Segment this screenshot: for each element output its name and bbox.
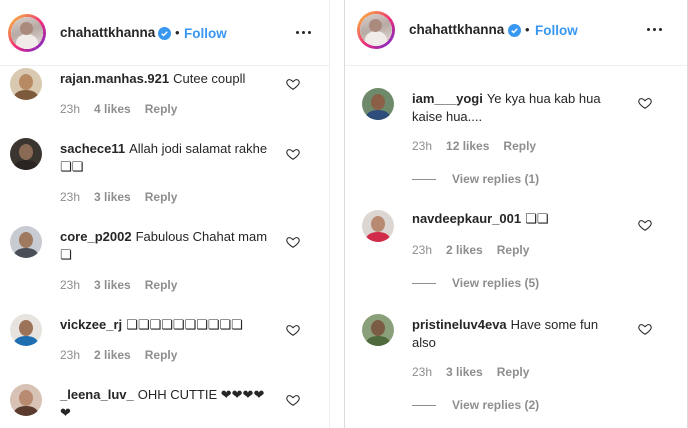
comment-username[interactable]: vickzee_rj: [60, 317, 122, 332]
comment-meta: 23h 3 likes Reply: [60, 278, 191, 292]
comment-time[interactable]: 23h: [60, 278, 80, 292]
comment-meta: 23h 12 likes Reply: [412, 139, 550, 153]
comment-text: navdeepkaur_001 ❏❏: [412, 211, 549, 226]
comment-text: vickzee_rj ❏❏❏❏❏❏❏❏❏❏: [60, 317, 243, 332]
verified-icon: [508, 24, 521, 37]
avatar[interactable]: [10, 138, 42, 170]
avatar[interactable]: [362, 88, 394, 120]
comment-username[interactable]: _leena_luv_: [60, 387, 134, 402]
left-post-panel: rajan.manhas.921 Cutee coupll 23h 4 likes R…: [0, 0, 330, 428]
comment-username[interactable]: iam___yogi: [412, 91, 483, 106]
comment-meta: 23h 2 likes Reply: [412, 243, 543, 257]
reply-button[interactable]: Reply: [503, 139, 536, 153]
comment-likes[interactable]: 2 likes: [94, 348, 131, 362]
comment-likes[interactable]: 3 likes: [446, 365, 483, 379]
reply-button[interactable]: Reply: [145, 348, 178, 362]
verified-icon: [158, 27, 171, 40]
avatar[interactable]: [10, 226, 42, 258]
heart-icon[interactable]: [638, 218, 652, 232]
comment-likes[interactable]: 4 likes: [94, 102, 131, 116]
profile-username[interactable]: chahattkhanna: [60, 25, 155, 40]
heart-icon[interactable]: [286, 323, 300, 337]
comment-text: iam___yogi Ye kya hua kab hua kaise hua..…: [412, 91, 601, 124]
profile-avatar[interactable]: [8, 14, 46, 52]
reply-button[interactable]: Reply: [497, 365, 530, 379]
comment-time[interactable]: 23h: [412, 139, 432, 153]
profile-username[interactable]: chahattkhanna: [409, 22, 504, 37]
comment-time[interactable]: 23h: [412, 365, 432, 379]
avatar[interactable]: [362, 210, 394, 242]
avatar[interactable]: [10, 384, 42, 416]
view-replies-button[interactable]: View replies (5): [412, 276, 539, 290]
comment-meta: 23h 2 likes Reply: [60, 348, 191, 362]
comment-meta: 23h 3 likes Reply: [60, 190, 191, 204]
comment-time[interactable]: 23h: [412, 243, 432, 257]
heart-icon[interactable]: [286, 235, 300, 249]
comment-time[interactable]: 23h: [60, 348, 80, 362]
comment-likes[interactable]: 2 likes: [446, 243, 483, 257]
view-replies-button[interactable]: View replies (2): [412, 398, 539, 412]
reply-button[interactable]: Reply: [145, 278, 178, 292]
reply-button[interactable]: Reply: [497, 243, 530, 257]
comment-meta: 23h 4 likes Reply: [60, 102, 191, 116]
post-header: chahattkhanna • Follow: [0, 0, 329, 66]
comment-username[interactable]: navdeepkaur_001: [412, 211, 521, 226]
heart-icon[interactable]: [286, 77, 300, 91]
comment-text: pristineluv4eva Have some fun also: [412, 317, 599, 350]
comment-likes[interactable]: 3 likes: [94, 190, 131, 204]
comment-username[interactable]: rajan.manhas.921: [60, 71, 169, 86]
avatar[interactable]: [10, 314, 42, 346]
separator-dot: •: [525, 22, 530, 37]
profile-avatar[interactable]: [357, 11, 395, 49]
view-replies-button[interactable]: View replies (1): [412, 172, 539, 186]
more-options-icon[interactable]: [645, 19, 665, 39]
reply-button[interactable]: Reply: [145, 190, 178, 204]
comment-meta: 23h 3 likes Reply: [412, 365, 543, 379]
comment-text: _leena_luv_ OHH CUTTIE ❤❤❤❤ ❤: [60, 387, 265, 420]
avatar[interactable]: [362, 314, 394, 346]
follow-button[interactable]: Follow: [535, 23, 578, 38]
comment-text: rajan.manhas.921 Cutee coupll: [60, 71, 246, 86]
reply-button[interactable]: Reply: [145, 102, 178, 116]
heart-icon[interactable]: [286, 147, 300, 161]
heart-icon[interactable]: [638, 322, 652, 336]
comment-username[interactable]: core_p2002: [60, 229, 132, 244]
post-header: chahattkhanna • Follow: [345, 0, 687, 66]
follow-button[interactable]: Follow: [184, 26, 227, 41]
comment-time[interactable]: 23h: [60, 190, 80, 204]
heart-icon[interactable]: [638, 96, 652, 110]
comment-username[interactable]: pristineluv4eva: [412, 317, 507, 332]
separator-dot: •: [175, 25, 180, 40]
comment-likes[interactable]: 12 likes: [446, 139, 489, 153]
heart-icon[interactable]: [286, 393, 300, 407]
comment-text: sachece11 Allah jodi salamat rakhe ❏❏: [60, 141, 268, 174]
comment-time[interactable]: 23h: [60, 102, 80, 116]
avatar[interactable]: [10, 68, 42, 100]
comment-text: core_p2002 Fabulous Chahat mam ❏: [60, 229, 268, 262]
more-options-icon[interactable]: [294, 22, 314, 42]
right-post-panel: chahattkhanna • Follow iam___yogi Ye kya …: [344, 0, 688, 428]
comment-likes[interactable]: 3 likes: [94, 278, 131, 292]
comment-username[interactable]: sachece11: [60, 141, 125, 156]
